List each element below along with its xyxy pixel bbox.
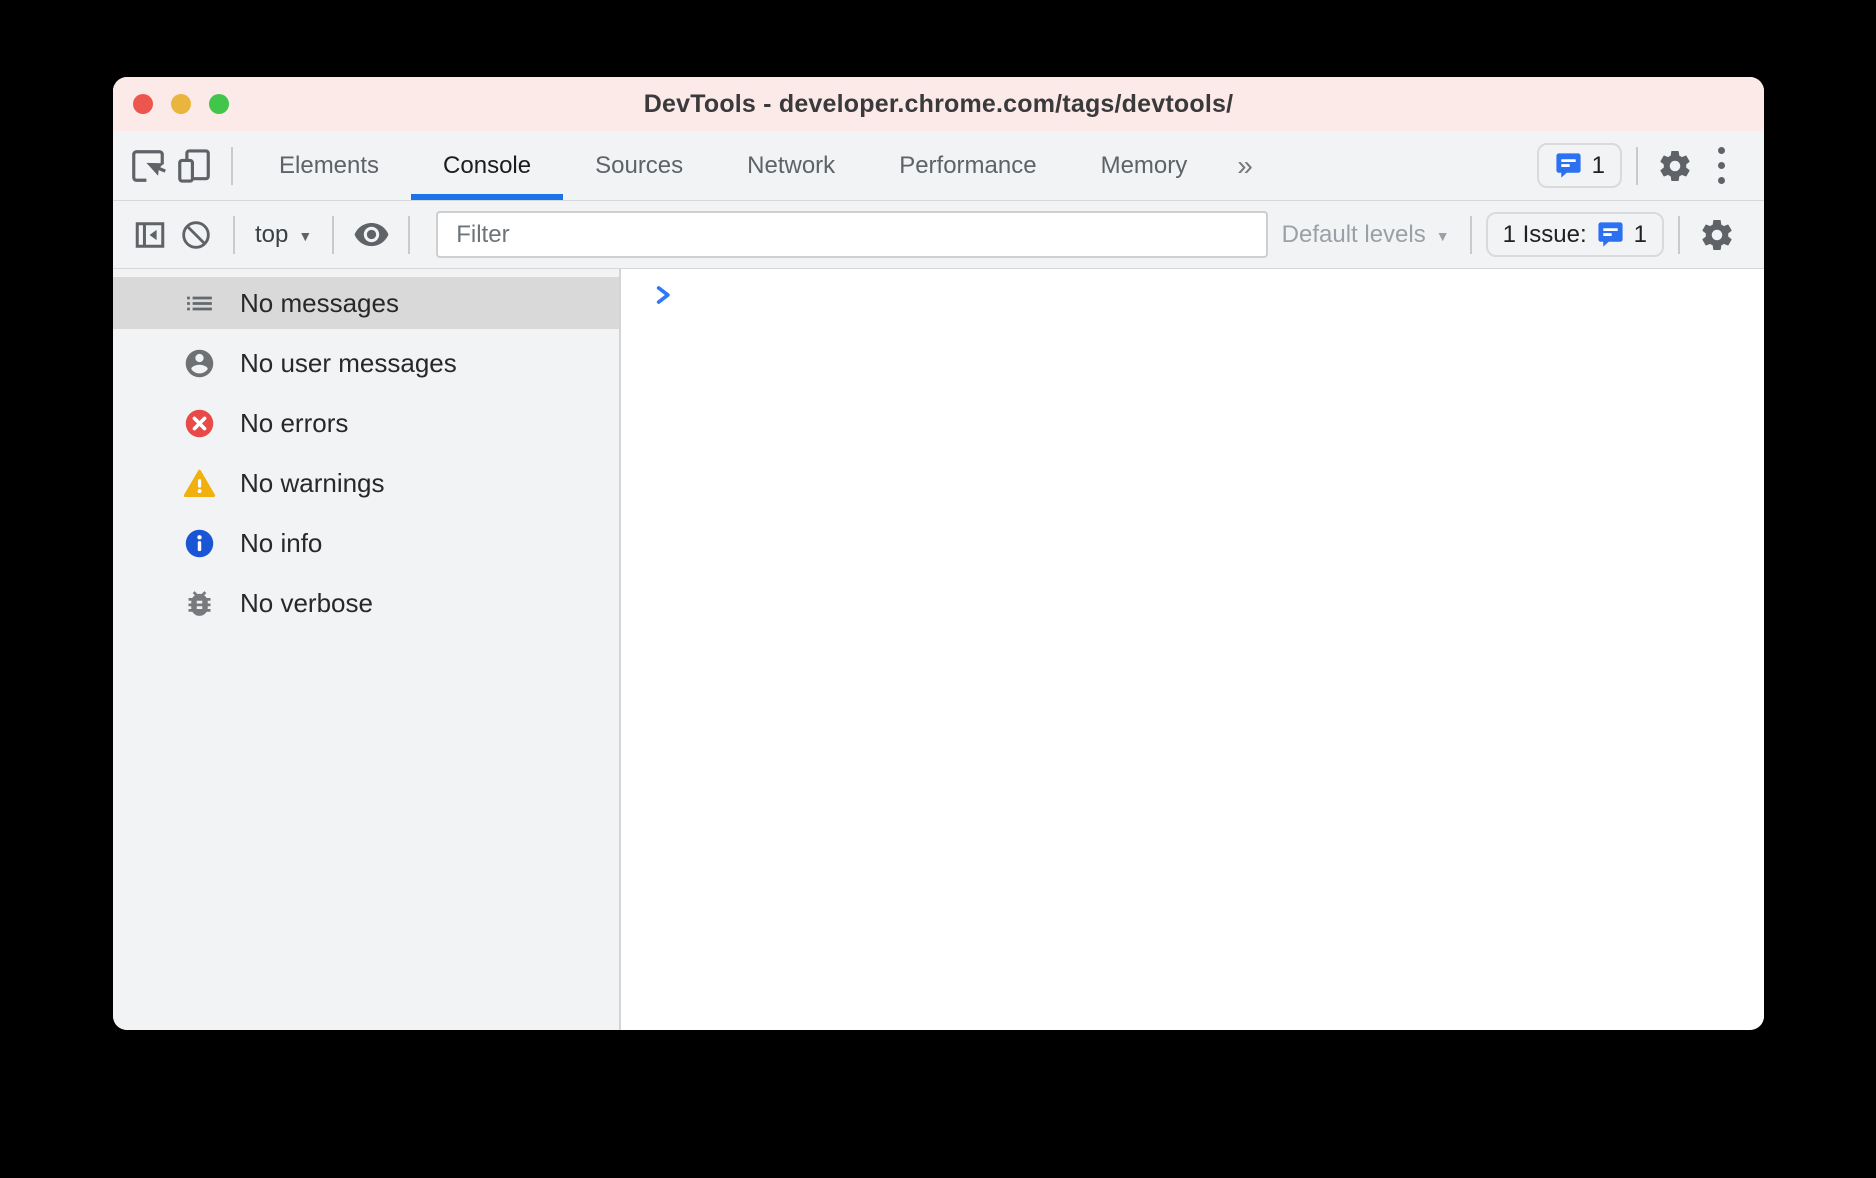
- error-icon: [183, 407, 216, 440]
- tab-performance[interactable]: Performance: [867, 131, 1068, 200]
- issues-count: 1: [1592, 152, 1605, 180]
- chevron-down-icon: ▼: [1436, 225, 1450, 244]
- zoom-window-button[interactable]: [209, 94, 229, 114]
- context-label: top: [255, 221, 288, 249]
- issue-bubble-icon: [1596, 220, 1625, 249]
- eye-icon: [353, 216, 390, 253]
- divider: [1636, 147, 1638, 185]
- window-title: DevTools - developer.chrome.com/tags/dev…: [644, 90, 1233, 119]
- sidebar-item-user-messages[interactable]: No user messages: [113, 337, 619, 389]
- device-toolbar-icon: [175, 147, 213, 185]
- issue-bubble-icon: [1554, 151, 1583, 180]
- active-tab-underline: [411, 194, 563, 200]
- title-bar: DevTools - developer.chrome.com/tags/dev…: [113, 77, 1764, 131]
- issues-counter-button[interactable]: 1: [1537, 143, 1622, 188]
- inspect-element-button[interactable]: [125, 143, 171, 189]
- minimize-window-button[interactable]: [171, 94, 191, 114]
- list-icon: [183, 287, 216, 320]
- tab-console[interactable]: Console: [411, 131, 563, 200]
- sidebar-item-label: No info: [240, 528, 322, 559]
- console-content: No messages No user messages No errors: [113, 269, 1764, 1030]
- kebab-menu-icon: [1718, 147, 1725, 184]
- tab-network[interactable]: Network: [715, 131, 867, 200]
- console-prompt-icon: [650, 282, 676, 308]
- tab-console-label: Console: [443, 152, 531, 180]
- tab-memory[interactable]: Memory: [1069, 131, 1220, 200]
- issue-toolbar-button[interactable]: 1 Issue: 1: [1486, 212, 1664, 257]
- sidebar-item-label: No errors: [240, 408, 348, 439]
- tab-sources[interactable]: Sources: [563, 131, 715, 200]
- panel-tab-bar: Elements Console Sources Network Perform…: [113, 131, 1764, 201]
- close-window-button[interactable]: [133, 94, 153, 114]
- console-settings-button[interactable]: [1694, 212, 1740, 258]
- divider: [408, 216, 410, 254]
- block-icon: [179, 218, 213, 252]
- user-icon: [183, 347, 216, 380]
- divider: [1678, 216, 1680, 254]
- divider: [231, 147, 233, 185]
- warning-icon: [183, 467, 216, 500]
- devtools-window: DevTools - developer.chrome.com/tags/dev…: [113, 77, 1764, 1030]
- chevron-down-icon: ▼: [298, 225, 312, 244]
- sidebar-item-label: No messages: [240, 288, 399, 319]
- javascript-context-selector[interactable]: top ▼: [249, 221, 318, 249]
- console-pane[interactable]: [621, 269, 1764, 1030]
- issue-count: 1: [1634, 221, 1647, 249]
- sidebar-toggle-icon: [132, 217, 168, 253]
- sidebar-item-info[interactable]: No info: [113, 517, 619, 569]
- gear-icon: [1657, 148, 1693, 184]
- sidebar-item-verbose[interactable]: No verbose: [113, 577, 619, 629]
- clear-console-button[interactable]: [173, 212, 219, 258]
- sidebar-item-label: No warnings: [240, 468, 385, 499]
- console-toolbar: top ▼ Default levels ▼ 1 Issue: 1: [113, 201, 1764, 269]
- gear-icon: [1699, 217, 1735, 253]
- bug-icon: [183, 587, 216, 620]
- traffic-lights: [133, 94, 229, 114]
- log-levels-label: Default levels: [1282, 221, 1426, 249]
- toggle-device-toolbar-button[interactable]: [171, 143, 217, 189]
- more-options-button[interactable]: [1698, 143, 1744, 189]
- sidebar-item-errors[interactable]: No errors: [113, 397, 619, 449]
- divider: [233, 216, 235, 254]
- issue-label: 1 Issue:: [1503, 221, 1587, 249]
- sidebar-item-all-messages[interactable]: No messages: [113, 277, 619, 329]
- sidebar-item-label: No verbose: [240, 588, 373, 619]
- divider: [332, 216, 334, 254]
- settings-button[interactable]: [1652, 143, 1698, 189]
- sidebar-item-warnings[interactable]: No warnings: [113, 457, 619, 509]
- tab-elements[interactable]: Elements: [247, 131, 411, 200]
- filter-input[interactable]: [436, 211, 1267, 258]
- console-prompt[interactable]: [621, 269, 1764, 308]
- sidebar-item-label: No user messages: [240, 348, 457, 379]
- console-sidebar: No messages No user messages No errors: [113, 269, 621, 1030]
- divider: [1470, 216, 1472, 254]
- log-levels-selector[interactable]: Default levels ▼: [1276, 221, 1456, 249]
- more-tabs-button[interactable]: »: [1219, 150, 1271, 182]
- create-live-expression-button[interactable]: [348, 212, 394, 258]
- inspect-cursor-icon: [129, 147, 167, 185]
- info-icon: [183, 527, 216, 560]
- toggle-console-sidebar-button[interactable]: [127, 212, 173, 258]
